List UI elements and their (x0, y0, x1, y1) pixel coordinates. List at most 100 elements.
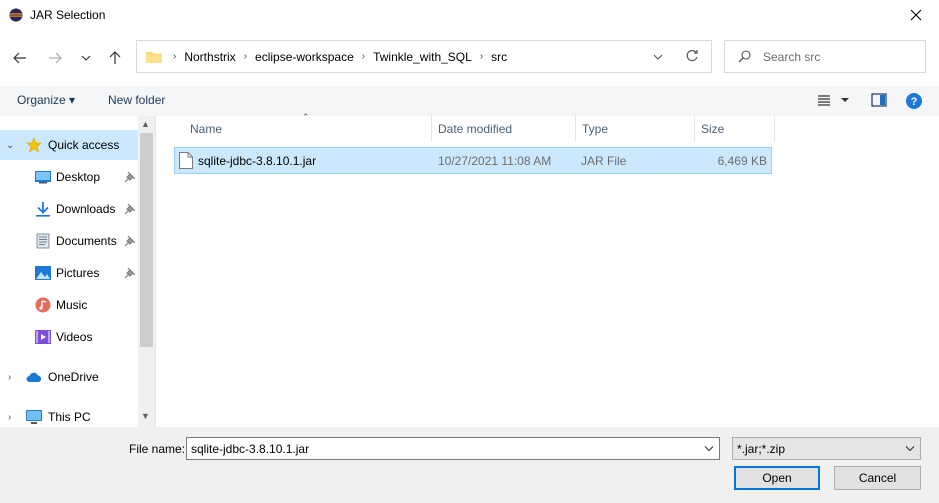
navigation-pane: ⌄ Quick access Desktop Downloads Documen… (0, 116, 155, 427)
download-icon (36, 202, 50, 217)
scroll-down-icon[interactable]: ▼ (141, 411, 150, 421)
sidebar-item-label: Quick access (48, 138, 120, 152)
chevron-right-icon[interactable]: › (8, 412, 11, 423)
pin-icon (124, 267, 136, 279)
navigation-bar: › Northstrix › eclipse-workspace › Twink… (0, 30, 939, 86)
sidebar-item-label: Documents (56, 234, 117, 248)
help-icon[interactable]: ? (906, 93, 922, 109)
sidebar-item-music[interactable]: Music (0, 290, 138, 320)
view-options-icon[interactable] (817, 92, 849, 108)
chevron-down-icon[interactable] (653, 50, 663, 64)
sidebar-scrollbar[interactable]: ▲ ▼ (138, 116, 155, 427)
organize-label: Organize (17, 93, 66, 107)
chevron-down-icon[interactable] (704, 443, 714, 455)
chevron-right-icon[interactable]: › (238, 51, 253, 62)
sidebar-item-label: Music (56, 298, 88, 312)
title-bar: JAR Selection (0, 0, 939, 30)
sidebar-item-label: Downloads (56, 202, 116, 216)
file-name: sqlite-jdbc-3.8.10.1.jar (198, 154, 317, 168)
file-size: 6,469 KB (717, 154, 767, 168)
folder-icon (146, 52, 162, 63)
chevron-right-icon[interactable]: › (356, 51, 371, 62)
sidebar-item-quick-access[interactable]: ⌄ Quick access (0, 130, 138, 160)
close-button[interactable] (893, 0, 939, 30)
pin-icon (124, 203, 136, 215)
breadcrumb-item[interactable]: src (489, 50, 509, 64)
breadcrumb: › Northstrix › eclipse-workspace › Twink… (167, 41, 509, 72)
sidebar-item-label: This PC (48, 410, 91, 424)
file-name-label: File name: (129, 442, 186, 456)
file-type-filter-value: *.jar;*.zip (737, 442, 786, 456)
arrow-left-icon (13, 52, 26, 64)
star-icon (26, 137, 42, 153)
organize-button[interactable]: Organize ▾ (17, 93, 75, 107)
eclipse-icon (9, 8, 23, 22)
breadcrumb-item[interactable]: eclipse-workspace (253, 50, 356, 64)
close-icon (910, 9, 922, 21)
sidebar-item-label: Videos (56, 330, 93, 344)
command-bar: Organize ▾ New folder ? (0, 86, 939, 116)
music-icon (35, 297, 51, 313)
sidebar-item-label: Desktop (56, 170, 101, 184)
file-icon (179, 152, 193, 169)
chevron-down-icon (81, 55, 91, 61)
column-label: Type (582, 122, 609, 136)
documents-icon (36, 233, 50, 249)
cancel-button[interactable]: Cancel (834, 466, 921, 490)
chevron-right-icon[interactable]: › (8, 372, 11, 383)
file-name-input[interactable] (191, 441, 691, 457)
desktop-icon (35, 171, 51, 184)
file-type: JAR File (581, 154, 627, 168)
sidebar-item-pictures[interactable]: Pictures (0, 258, 138, 288)
sidebar-item-desktop[interactable]: Desktop (0, 162, 138, 192)
file-date-modified: 10/27/2021 11:08 AM (438, 154, 552, 168)
column-label: Size (701, 122, 725, 136)
chevron-down-icon[interactable]: ⌄ (6, 140, 14, 151)
pin-icon (124, 171, 136, 183)
sidebar-item-onedrive[interactable]: › OneDrive (0, 362, 138, 392)
chevron-right-icon: › (173, 51, 177, 62)
search-box[interactable] (724, 40, 926, 73)
pictures-icon (35, 266, 51, 280)
new-folder-button[interactable]: New folder (108, 93, 165, 107)
search-input[interactable] (763, 48, 913, 66)
videos-icon (35, 330, 51, 344)
preview-pane-icon[interactable] (871, 92, 887, 108)
refresh-icon[interactable] (685, 49, 699, 63)
dialog-footer: File name: *.jar;*.zip Open Cancel (0, 427, 939, 503)
up-button[interactable] (103, 46, 127, 70)
column-header-type[interactable]: Type (576, 116, 695, 142)
sidebar-item-label: Pictures (56, 266, 100, 280)
breadcrumb-item[interactable]: Twinkle_with_SQL (371, 50, 474, 64)
chevron-right-icon[interactable]: › (474, 51, 489, 62)
arrow-right-icon (49, 52, 62, 64)
column-header-name[interactable]: ⌃ Name (156, 112, 432, 142)
column-header-date-modified[interactable]: Date modified (432, 116, 576, 142)
file-name-combobox[interactable] (186, 437, 720, 460)
column-header-size[interactable]: Size (695, 116, 775, 142)
cloud-icon (26, 372, 42, 382)
sidebar-item-this-pc[interactable]: › This PC (0, 402, 138, 427)
forward-button[interactable] (43, 46, 67, 70)
file-list: ⌃ Name Date modified Type Size sqlite-jd… (155, 112, 939, 427)
address-bar[interactable]: › Northstrix › eclipse-workspace › Twink… (136, 40, 712, 73)
recent-locations-button[interactable] (74, 46, 98, 70)
svg-text:?: ? (911, 96, 918, 108)
scrollbar-thumb[interactable] (140, 133, 153, 347)
breadcrumb-item[interactable]: Northstrix (182, 50, 237, 64)
back-button[interactable] (8, 46, 32, 70)
table-row[interactable]: sqlite-jdbc-3.8.10.1.jar 10/27/2021 11:0… (174, 147, 772, 174)
sidebar-item-documents[interactable]: Documents (0, 226, 138, 256)
pc-icon (26, 410, 42, 424)
sidebar-item-downloads[interactable]: Downloads (0, 194, 138, 224)
sidebar-item-label: OneDrive (48, 370, 99, 384)
sort-ascending-icon: ⌃ (302, 112, 310, 122)
scroll-up-icon[interactable]: ▲ (141, 119, 150, 129)
pin-icon (124, 235, 136, 247)
file-type-filter[interactable]: *.jar;*.zip (732, 437, 921, 460)
open-button[interactable]: Open (734, 466, 820, 490)
sidebar-item-videos[interactable]: Videos (0, 322, 138, 352)
search-icon (738, 50, 751, 63)
column-label: Name (190, 122, 223, 136)
column-label: Date modified (438, 122, 513, 136)
